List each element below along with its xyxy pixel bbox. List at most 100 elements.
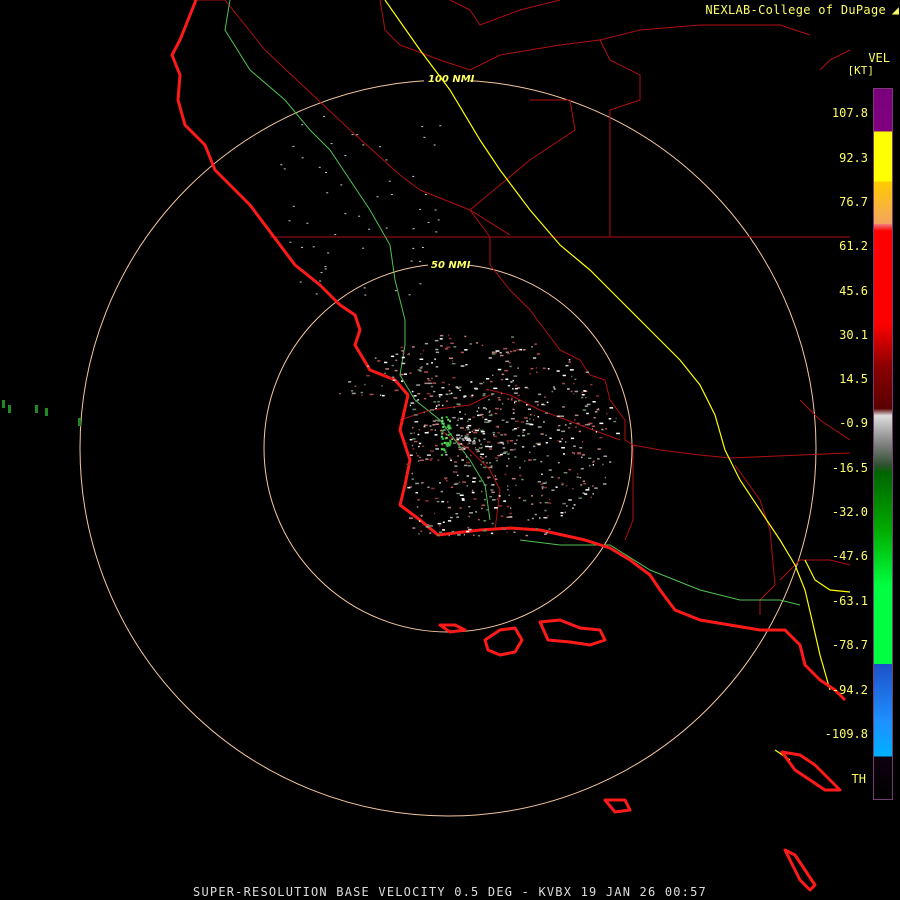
radar-return-pixel: [391, 355, 395, 358]
radar-return-pixel: [551, 390, 554, 393]
radar-return-pixel: [430, 409, 434, 411]
scale-tick-label: 61.2: [839, 239, 868, 253]
radar-return-pixel: [483, 520, 487, 522]
radar-return-pixel: [580, 467, 584, 470]
radar-return-pixel: [482, 530, 487, 532]
radar-return-pixel: [505, 378, 509, 380]
radar-return-pixel: [573, 393, 575, 395]
radar-return-pixel: [411, 346, 415, 348]
radar-return-pixel: [499, 352, 502, 354]
radar-return-pixel: [490, 489, 494, 491]
radar-return-pixel: [519, 466, 521, 469]
radar-return-pixel: [502, 402, 504, 405]
radar-return-pixel: [546, 401, 549, 404]
radar-return-pixel: [442, 404, 444, 407]
radar-return-pixel: [445, 416, 448, 419]
radar-return-pixel: [516, 439, 518, 441]
radar-return-pixel: [507, 485, 509, 487]
radar-return-pixel: [466, 461, 470, 464]
radar-return-pixel: [472, 442, 476, 445]
radar-return-pixel: [493, 351, 498, 354]
radar-return-pixel: [494, 475, 497, 477]
radar-return-pixel: [414, 414, 418, 416]
radar-return-pixel: [452, 442, 456, 444]
radar-return-pixel: [535, 528, 538, 530]
radar-return-pixel: [467, 465, 472, 467]
radar-return-pixel: [562, 374, 566, 377]
radar-return-pixel: [392, 379, 396, 381]
radar-return-pixel: [442, 425, 445, 428]
radar-return-pixel: [476, 410, 478, 413]
radar-return-pixel: [414, 421, 419, 423]
radar-return-pixel: [522, 349, 526, 351]
radar-return-pixel: [583, 390, 586, 392]
radar-return-pixel: [484, 421, 488, 423]
radar-return-pixel: [411, 454, 413, 456]
radar-return-pixel: [522, 431, 524, 433]
radar-return-pixel: [453, 406, 455, 409]
radar-return-pixel: [565, 364, 569, 367]
radar-return-pixel: [567, 388, 570, 390]
credit-label: NEXLAB-College of DuPage: [705, 3, 886, 17]
radar-return-pixel: [385, 368, 389, 370]
channel-islands: [438, 618, 842, 892]
radar-return-pixel: [491, 491, 495, 493]
radar-return-pixel: [500, 378, 504, 381]
radar-return-pixel: [584, 493, 588, 495]
scale-tick-label: -47.6: [831, 549, 868, 563]
radar-return-pixel: [409, 372, 412, 374]
radar-return-pixel: [447, 506, 451, 509]
radar-return-pixel: [439, 338, 443, 340]
radar-return-pixel: [564, 424, 567, 426]
radar-return-pixel: [447, 433, 450, 436]
radar-return-pixel: [443, 441, 446, 444]
radar-return-pixel: [462, 481, 466, 483]
radar-return-pixel: [445, 441, 448, 444]
radar-return-pixel: [498, 505, 503, 507]
radar-return-pixel: [461, 446, 465, 449]
radar-return-pixel: [512, 412, 515, 414]
radar-return-pixel: [339, 392, 341, 395]
radar-return-pixel: [496, 459, 498, 462]
radar-return-pixel: [477, 414, 480, 417]
radar-return-pixel: [439, 482, 441, 484]
radar-return-pixel: [444, 348, 449, 350]
radar-return-pixel: [585, 489, 590, 491]
radar-return-pixel: [456, 424, 459, 426]
radar-return-pixel: [501, 373, 505, 376]
radar-return-pixel: [413, 432, 415, 434]
radar-return-pixel: [299, 281, 302, 283]
radar-return-pixel: [441, 437, 444, 440]
radar-return-pixel: [422, 349, 425, 352]
radar-return-pixel: [526, 420, 529, 422]
radar-return-pixel: [437, 400, 440, 403]
scale-tick-label: 30.1: [839, 328, 868, 342]
radar-return-pixel: [544, 396, 546, 398]
radar-return-pixel: [481, 504, 486, 506]
radar-return-pixel: [497, 432, 500, 434]
radar-return-pixel: [569, 369, 574, 371]
radar-return-pixel: [467, 526, 470, 529]
radar-return-pixel: [445, 479, 448, 482]
radar-return-pixel: [425, 526, 430, 528]
radar-return-pixel: [444, 426, 447, 429]
radar-return-pixel: [502, 528, 506, 530]
radar-return-pixel: [423, 397, 427, 400]
radar-return-pixel: [438, 394, 443, 396]
radar-return-pixel: [548, 502, 552, 504]
radar-return-pixel: [465, 446, 469, 449]
radar-return-pixel: [493, 433, 495, 436]
radar-return-pixel: [613, 420, 617, 423]
radar-return-pixel: [584, 405, 589, 407]
radar-return-pixel: [440, 454, 443, 456]
radar-return-pixel: [426, 524, 430, 526]
radar-return-pixel: [394, 290, 397, 292]
radar-return-pixel: [596, 408, 600, 411]
scale-tick-label: -78.7: [831, 638, 868, 652]
radar-return-pixel: [445, 437, 448, 439]
radar-return-pixel: [509, 440, 514, 442]
radar-return-pixel: [472, 441, 476, 443]
radar-return-pixel: [528, 459, 532, 461]
radar-return-pixel: [420, 459, 424, 462]
radar-return-pixel: [344, 213, 347, 215]
